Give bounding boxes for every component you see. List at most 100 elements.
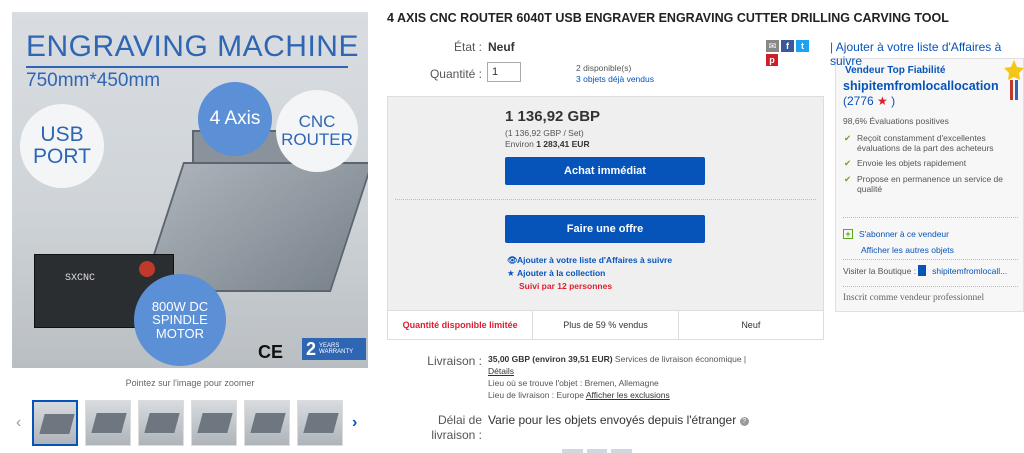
thumbnail[interactable] bbox=[32, 400, 78, 446]
thumbnail[interactable] bbox=[85, 400, 131, 446]
item-actions: 👁Ajouter à votre liste d'Affaires à suiv… bbox=[507, 254, 672, 294]
other-items-link[interactable]: Afficher les autres objets bbox=[861, 245, 954, 255]
thumbnail-next-icon[interactable]: › bbox=[352, 414, 357, 432]
stats-bar: Quantité disponible limitée Plus de 59 %… bbox=[387, 310, 824, 340]
pinterest-icon[interactable]: p bbox=[766, 54, 778, 66]
shipping-label: Livraison : bbox=[427, 354, 482, 368]
delivery-delay-label: Délai de livraison : bbox=[396, 413, 482, 443]
thumbnail[interactable] bbox=[138, 400, 184, 446]
quantity-input[interactable] bbox=[487, 62, 521, 82]
shipping-service: Services de livraison économique | bbox=[612, 354, 747, 364]
image-dimensions: 750mm*450mm bbox=[26, 70, 161, 91]
seller-divider bbox=[843, 217, 1018, 218]
cnc-bubble-line1: CNC bbox=[298, 112, 336, 132]
watchers-count: Suivi par 12 personnes bbox=[519, 281, 613, 292]
thumbnail[interactable] bbox=[244, 400, 290, 446]
image-heading-rule bbox=[26, 66, 348, 68]
item-location: Lieu où se trouve l'objet : Bremen, Alle… bbox=[488, 377, 659, 388]
seller-score[interactable]: (2776 ★ ) bbox=[843, 94, 895, 108]
top-rated-medal-icon bbox=[1004, 60, 1024, 100]
thumbnail-prev-icon[interactable]: ‹ bbox=[16, 414, 21, 432]
four-axis-bubble: 4 Axis bbox=[198, 82, 272, 156]
condition-label: État : bbox=[453, 40, 482, 54]
seller-name-link[interactable]: shipitemfromlocallocation bbox=[843, 79, 999, 93]
store-label: Visiter la Boutique : bbox=[843, 266, 917, 276]
collection-label: Ajouter à la collection bbox=[517, 268, 606, 279]
subscribe-label: S'abonner à ce vendeur bbox=[859, 229, 949, 239]
spindle-motor-bubble: 800W DC SPINDLE MOTOR bbox=[134, 274, 226, 366]
seller-divider bbox=[843, 286, 1018, 287]
axis-bubble-text: 4 Axis bbox=[209, 108, 261, 130]
benefit-item: ✔ Propose en permanence un service de qua… bbox=[843, 174, 1018, 194]
benefit-item: ✔ Reçoit constamment d'excellentes évalua… bbox=[843, 133, 1018, 153]
mail-icon[interactable]: ✉ bbox=[766, 40, 779, 52]
price: 1 136,92 GBP bbox=[505, 108, 601, 125]
feedback-star-icon: ★ bbox=[877, 94, 888, 108]
plus-icon: + bbox=[843, 229, 853, 239]
twitter-icon[interactable]: t bbox=[796, 40, 809, 52]
ce-mark: CE bbox=[258, 342, 284, 362]
benefit-text: Propose en permanence un service de qual… bbox=[857, 173, 1004, 194]
emergency-stop-icon bbox=[139, 261, 155, 277]
price-per-set: (1 136,92 GBP / Set) bbox=[505, 128, 584, 138]
main-product-image[interactable]: ENGRAVING MACHINE 750mm*450mm SXCNC USB P… bbox=[12, 12, 368, 368]
sold-percent-stat: Plus de 59 % vendus bbox=[533, 311, 679, 339]
positive-feedback: 98,6% Évaluations positives bbox=[843, 116, 949, 126]
shipping-details: 35,00 GBP (environ 39,51 EUR) Services d… bbox=[488, 354, 818, 402]
share-icons: ✉ f t bbox=[766, 40, 809, 52]
price-details: (1 136,92 GBP / Set) Environ 1 283,41 EU… bbox=[505, 128, 590, 149]
seller-score-count: (2776 bbox=[843, 94, 878, 108]
facebook-icon[interactable]: f bbox=[781, 40, 794, 52]
benefit-text: Envoie les objets rapidement bbox=[857, 158, 967, 169]
info-icon[interactable]: ? bbox=[739, 417, 749, 426]
buy-box-divider bbox=[395, 199, 816, 200]
usb-bubble-line2: PORT bbox=[33, 145, 91, 168]
cnc-bubble-line2: ROUTER bbox=[281, 130, 353, 149]
condition-stat: Neuf bbox=[741, 320, 761, 330]
watchlist-link-text: Ajouter à votre liste d'Affaires à bbox=[835, 40, 1002, 54]
store-link[interactable]: shipitemfromlocall... bbox=[932, 266, 1007, 276]
watchlist-label: Ajouter à votre liste d'Affaires à suivr… bbox=[517, 255, 673, 265]
subscribe-seller-link[interactable]: + S'abonner à ce vendeur bbox=[843, 229, 949, 239]
delay-label-line2: livraison : bbox=[431, 428, 482, 442]
watchlist-link-top[interactable]: | Ajouter à votre liste d'Affaires à bbox=[830, 40, 1001, 54]
quantity-info: 2 disponible(s) 3 objets déjà vendus bbox=[576, 63, 654, 84]
delay-value-text: Varie pour les objets envoyés depuis l'é… bbox=[488, 413, 737, 427]
eye-icon: 👁 bbox=[507, 255, 518, 265]
thumbnail[interactable] bbox=[297, 400, 343, 446]
seller-score-close: ) bbox=[887, 94, 896, 108]
warranty-badge: 2 YEARS WARRANTY bbox=[302, 338, 366, 360]
usb-bubble-line1: USB bbox=[40, 122, 84, 146]
thumbnail[interactable] bbox=[191, 400, 237, 446]
buy-now-button[interactable]: Achat immédiat bbox=[505, 157, 705, 185]
delay-label-line1: Délai de bbox=[437, 413, 482, 427]
professional-seller-label: Inscrit comme vendeur professionnel bbox=[843, 293, 985, 303]
limited-quantity-stat: Quantité disponible limitée bbox=[388, 311, 534, 339]
make-offer-button[interactable]: Faire une offre bbox=[505, 215, 705, 243]
store-row: Visiter la Boutique : shipitemfromlocall.… bbox=[843, 265, 1007, 276]
add-to-watchlist-link[interactable]: 👁Ajouter à votre liste d'Affaires à suiv… bbox=[507, 254, 672, 267]
exclusions-link[interactable]: Afficher les exclusions bbox=[586, 390, 670, 400]
control-brand: SXCNC bbox=[65, 273, 96, 284]
product-title: 4 AXIS CNC ROUTER 6040T USB ENGRAVER ENG… bbox=[387, 11, 949, 25]
benefit-text: Reçoit constamment d'excellentes évaluat… bbox=[857, 133, 994, 154]
shipping-destination: Lieu de livraison : Europe bbox=[488, 389, 586, 400]
top-rated-badge: Vendeur Top Fiabilité bbox=[845, 65, 946, 76]
cnc-router-bubble: CNC ROUTER bbox=[276, 90, 358, 172]
check-icon: ✔ bbox=[844, 158, 852, 169]
quantity-label: Quantité : bbox=[429, 67, 482, 81]
warranty-years: YEARS bbox=[319, 342, 340, 349]
zoom-hint: Pointez sur l'image pour zoomer bbox=[125, 378, 255, 388]
usb-port-bubble: USB PORT bbox=[20, 104, 104, 188]
check-icon: ✔ bbox=[844, 173, 852, 184]
benefit-item: ✔ Envoie les objets rapidement bbox=[843, 158, 1018, 168]
shipping-details-link[interactable]: Détails bbox=[488, 366, 514, 376]
warranty-word: WARRANTY bbox=[319, 349, 354, 355]
sold-count-link[interactable]: 3 objets déjà vendus bbox=[576, 74, 654, 85]
condition-value: Neuf bbox=[488, 40, 515, 54]
add-to-collection-link[interactable]: ★ Ajouter à la collection bbox=[507, 267, 672, 280]
warranty-number: 2 bbox=[306, 338, 317, 359]
seller-divider bbox=[843, 259, 1018, 260]
watchlist-separator: | bbox=[830, 40, 834, 54]
price-approx-prefix: Environ bbox=[505, 138, 537, 149]
